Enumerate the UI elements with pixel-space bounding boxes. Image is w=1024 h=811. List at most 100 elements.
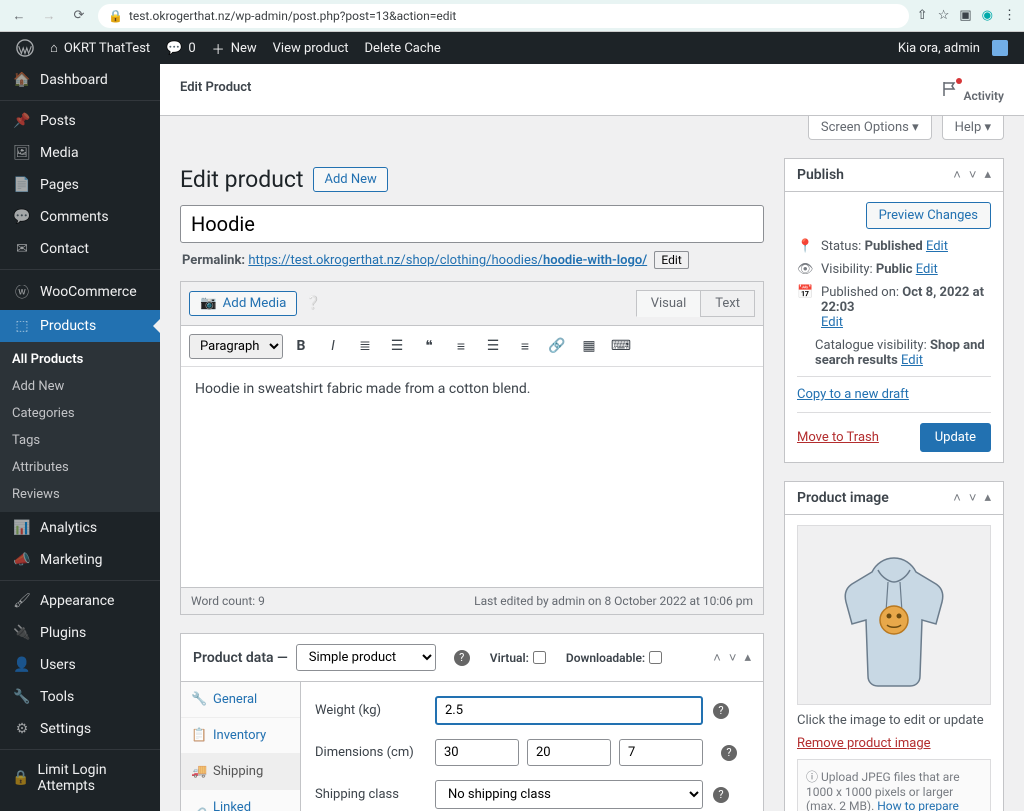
edit-slug-button[interactable]: Edit <box>654 251 688 269</box>
view-product-link[interactable]: View product <box>265 32 357 64</box>
new-content-link[interactable]: ＋New <box>204 32 265 64</box>
activity-panel[interactable]: Activity <box>940 80 1004 103</box>
menu-media[interactable]: 🖼Media <box>0 137 160 169</box>
submenu-add-new[interactable]: Add New <box>0 373 160 400</box>
menu-contact[interactable]: ✉Contact <box>0 233 160 265</box>
remove-image-link[interactable]: Remove product image <box>797 736 931 751</box>
menu-users[interactable]: 👤Users <box>0 649 160 681</box>
length-input[interactable] <box>435 739 519 766</box>
add-media-button[interactable]: 📷Add Media <box>189 291 297 316</box>
menu-pages[interactable]: 📄Pages <box>0 169 160 201</box>
text-tab[interactable]: Text <box>700 290 755 317</box>
megaphone-icon: 📣 <box>12 552 32 568</box>
width-input[interactable] <box>527 739 611 766</box>
virtual-checkbox[interactable] <box>533 651 546 664</box>
submenu-categories[interactable]: Categories <box>0 400 160 427</box>
tab-shipping[interactable]: 🚚Shipping <box>181 754 300 790</box>
permalink-link[interactable]: https://test.okrogerthat.nz/shop/clothin… <box>248 253 647 268</box>
editor-body[interactable]: Hoodie in sweatshirt fabric made from a … <box>181 367 763 587</box>
bullet-list-button[interactable]: ≣ <box>351 332 379 360</box>
menu-plugins[interactable]: 🔌Plugins <box>0 617 160 649</box>
panel-toggle-icon[interactable]: ▴ <box>984 167 991 183</box>
toolbar-toggle-button[interactable]: ⌨ <box>607 332 635 360</box>
panel-down-icon[interactable]: ˅ <box>969 490 977 506</box>
format-select[interactable]: Paragraph <box>189 334 283 359</box>
product-image-thumbnail[interactable] <box>797 525 991 705</box>
url-bar[interactable]: 🔒 test.okrogerthat.nz/wp-admin/post.php?… <box>98 4 909 28</box>
screen-options-tab[interactable]: Screen Options ▾ <box>808 116 932 140</box>
menu-comments[interactable]: 💬Comments <box>0 201 160 233</box>
shield-icon[interactable]: ◉ <box>982 8 993 23</box>
panel-up-icon[interactable]: ˄ <box>953 490 961 506</box>
shipping-class-help-icon[interactable]: ? <box>713 787 729 803</box>
menu-appearance[interactable]: 🖌Appearance <box>0 580 160 617</box>
account-link[interactable]: Kia ora, admin <box>890 40 1016 56</box>
submenu-tags[interactable]: Tags <box>0 427 160 454</box>
menu-tools[interactable]: 🔧Tools <box>0 681 160 713</box>
align-center-button[interactable]: ☰ <box>479 332 507 360</box>
screen-meta: Screen Options ▾ Help ▾ <box>180 116 1004 140</box>
align-left-button[interactable]: ≡ <box>447 332 475 360</box>
align-right-button[interactable]: ≡ <box>511 332 539 360</box>
num-list-button[interactable]: ☰ <box>383 332 411 360</box>
site-name-link[interactable]: ⌂OKRT ThatTest <box>42 32 158 64</box>
panel-up-icon[interactable]: ˄ <box>953 167 961 183</box>
menu-posts[interactable]: 📌Posts <box>0 100 160 137</box>
weight-help-icon[interactable]: ? <box>713 703 729 719</box>
product-type-select[interactable]: Simple product <box>296 644 436 671</box>
tab-linked[interactable]: 🔗Linked Products <box>181 790 300 811</box>
menu-dashboard[interactable]: 🏠Dashboard <box>0 64 160 96</box>
menu-settings[interactable]: ⚙Settings <box>0 713 160 745</box>
product-title-input[interactable] <box>180 205 764 243</box>
comments-link[interactable]: 💬0 <box>158 32 204 64</box>
downloadable-checkbox[interactable] <box>649 651 662 664</box>
tab-general[interactable]: 🔧General <box>181 682 300 718</box>
quote-button[interactable]: ❝ <box>415 332 443 360</box>
back-button[interactable]: ← <box>8 5 30 27</box>
panel-up-icon[interactable]: ˄ <box>713 650 721 666</box>
help-tab[interactable]: Help ▾ <box>942 116 1004 140</box>
panel-down-icon[interactable]: ˅ <box>969 167 977 183</box>
add-new-button[interactable]: Add New <box>313 167 387 192</box>
menu-marketing[interactable]: 📣Marketing <box>0 544 160 576</box>
panel-down-icon[interactable]: ˅ <box>729 650 737 666</box>
visual-tab[interactable]: Visual <box>636 290 702 317</box>
more-button[interactable]: ▦ <box>575 332 603 360</box>
preview-changes-button[interactable]: Preview Changes <box>866 202 991 229</box>
menu-woocommerce[interactable]: ⓦWooCommerce <box>0 269 160 310</box>
collapse-menu[interactable]: ◀Collapse menu <box>0 802 160 811</box>
panel-toggle-icon[interactable]: ▴ <box>744 650 751 666</box>
menu-products[interactable]: ⬚Products <box>0 310 160 342</box>
edit-date-link[interactable]: Edit <box>821 315 843 330</box>
link-button[interactable]: 🔗 <box>543 332 571 360</box>
edit-visibility-link[interactable]: Edit <box>916 262 938 277</box>
dimensions-help-icon[interactable]: ? <box>721 745 737 761</box>
move-to-trash-link[interactable]: Move to Trash <box>797 430 879 445</box>
shipping-class-select[interactable]: No shipping class <box>435 780 703 809</box>
edit-status-link[interactable]: Edit <box>926 239 948 254</box>
wp-logo[interactable] <box>8 32 42 64</box>
delete-cache-link[interactable]: Delete Cache <box>357 32 449 64</box>
bookmark-icon[interactable]: ☆ <box>938 8 950 23</box>
kebab-menu-icon[interactable]: ⋮ <box>1003 8 1016 23</box>
submenu-all-products[interactable]: All Products <box>0 346 160 373</box>
edit-catalog-link[interactable]: Edit <box>901 353 923 368</box>
weight-input[interactable] <box>435 696 703 725</box>
submenu-reviews[interactable]: Reviews <box>0 481 160 508</box>
update-button[interactable]: Update <box>920 423 991 452</box>
extension-icon[interactable]: ▣ <box>959 8 971 23</box>
reload-button[interactable]: ⟳ <box>68 5 90 27</box>
menu-limit-login[interactable]: 🔒Limit Login Attempts <box>0 749 160 802</box>
panel-toggle-icon[interactable]: ▴ <box>984 490 991 506</box>
tab-inventory[interactable]: 📋Inventory <box>181 718 300 754</box>
share-icon[interactable]: ⇧ <box>917 8 928 23</box>
copy-draft-link[interactable]: Copy to a new draft <box>797 387 909 402</box>
editor-help-icon[interactable]: ❔ <box>305 296 321 311</box>
bold-button[interactable]: B <box>287 332 315 360</box>
submenu-attributes[interactable]: Attributes <box>0 454 160 481</box>
type-help-icon[interactable]: ? <box>454 650 470 666</box>
italic-button[interactable]: I <box>319 332 347 360</box>
menu-analytics[interactable]: 📊Analytics <box>0 512 160 544</box>
forward-button[interactable]: → <box>38 5 60 27</box>
height-input[interactable] <box>619 739 703 766</box>
